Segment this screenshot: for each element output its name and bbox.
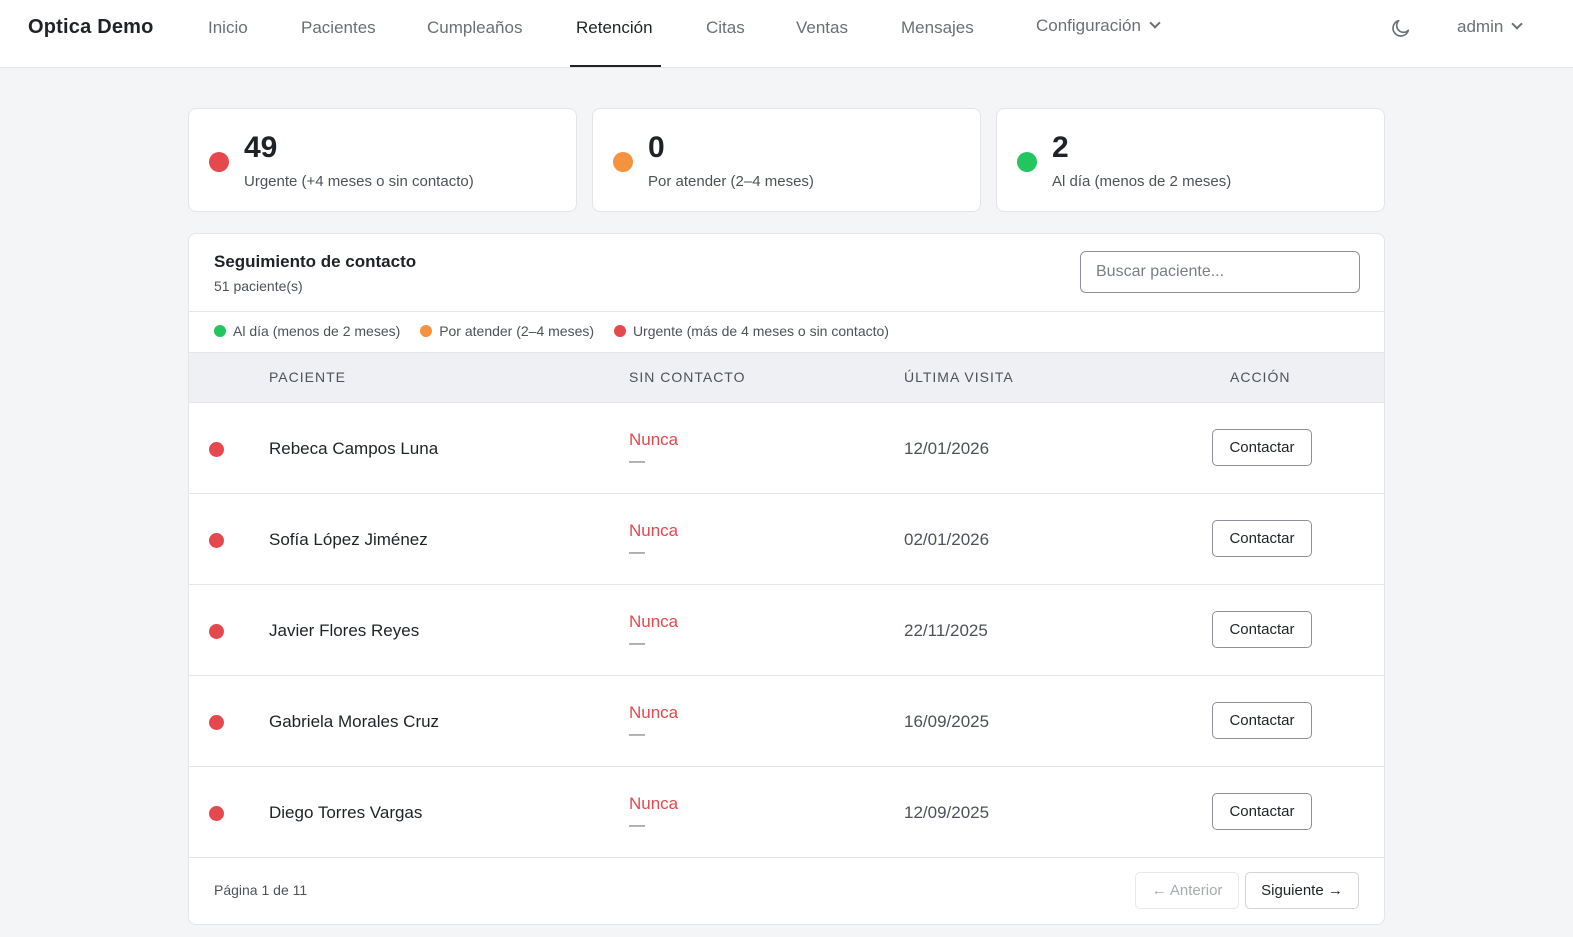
stat-card-pending: 0 Por atender (2–4 meses) xyxy=(592,108,981,212)
no-contact-detail: — xyxy=(629,635,645,652)
previous-page-button[interactable]: ← Anterior xyxy=(1135,872,1239,909)
moon-icon[interactable] xyxy=(1390,17,1412,39)
nav-item-inicio[interactable]: Inicio xyxy=(208,18,248,68)
nav-item-retencion[interactable]: Retención xyxy=(576,18,653,68)
table-header: PACIENTE SIN CONTACTO ÚLTIMA VISITA ACCI… xyxy=(189,352,1384,403)
legend-label: Urgente (más de 4 meses o sin contacto) xyxy=(632,323,889,339)
last-visit-date: 12/09/2025 xyxy=(904,803,990,822)
status-legend: Al día (menos de 2 meses) Por atender (2… xyxy=(214,323,905,339)
table-row: Sofía López Jiménez Nunca — 02/01/2026 C… xyxy=(189,494,1384,585)
column-header-action: ACCIÓN xyxy=(1230,369,1291,385)
table-row: Diego Torres Vargas Nunca — 12/09/2025 C… xyxy=(189,767,1384,858)
status-dot-pending xyxy=(420,325,433,337)
column-header-last-visit[interactable]: ÚLTIMA VISITA xyxy=(904,369,1014,385)
stat-label: Al día (menos de 2 meses) xyxy=(1052,173,1232,190)
last-visit-date: 16/09/2025 xyxy=(904,712,990,731)
legend-item-urgent: Urgente (más de 4 meses o sin contacto) xyxy=(613,323,889,339)
legend-label: Al día (menos de 2 meses) xyxy=(233,323,401,339)
nav-item-cumpleanos[interactable]: Cumpleaños xyxy=(427,18,522,68)
nav-item-ventas[interactable]: Ventas xyxy=(796,18,848,68)
no-contact-status: Nunca xyxy=(629,612,679,631)
contact-button[interactable]: Contactar xyxy=(1212,429,1312,466)
column-header-patient[interactable]: PACIENTE xyxy=(269,369,346,385)
patient-name: Gabriela Morales Cruz xyxy=(269,712,440,731)
user-name: admin xyxy=(1457,17,1504,36)
contact-button[interactable]: Contactar xyxy=(1212,611,1312,648)
legend-item-pending: Por atender (2–4 meses) xyxy=(420,323,594,339)
legend-label: Por atender (2–4 meses) xyxy=(439,323,595,339)
status-dot-up-to-date xyxy=(1017,152,1037,172)
no-contact-detail: — xyxy=(629,726,645,743)
status-dot-up-to-date xyxy=(214,325,226,337)
status-dot-urgent xyxy=(209,715,224,730)
contact-button[interactable]: Contactar xyxy=(1212,520,1312,557)
status-dot-urgent xyxy=(209,442,224,457)
no-contact-detail: — xyxy=(629,817,645,834)
status-dot-urgent xyxy=(209,533,224,548)
panel-title: Seguimiento de contacto xyxy=(214,252,417,271)
no-contact-status: Nunca xyxy=(629,794,679,813)
contact-button[interactable]: Contactar xyxy=(1212,702,1312,739)
stat-value: 2 xyxy=(1052,131,1069,164)
stat-value: 0 xyxy=(648,131,665,164)
legend-item-up-to-date: Al día (menos de 2 meses) xyxy=(214,323,400,339)
column-header-no-contact[interactable]: SIN CONTACTO xyxy=(629,369,746,385)
table-row: Gabriela Morales Cruz Nunca — 16/09/2025… xyxy=(189,676,1384,767)
table-row: Rebeca Campos Luna Nunca — 12/01/2026 Co… xyxy=(189,403,1384,494)
patient-name: Sofía López Jiménez xyxy=(269,530,428,549)
last-visit-date: 02/01/2026 xyxy=(904,530,990,549)
patient-name: Javier Flores Reyes xyxy=(269,621,420,640)
no-contact-status: Nunca xyxy=(629,703,679,722)
nav-item-mensajes[interactable]: Mensajes xyxy=(901,18,974,68)
stat-value: 49 xyxy=(244,131,278,164)
stat-label: Por atender (2–4 meses) xyxy=(648,173,814,190)
status-dot-urgent xyxy=(209,806,224,821)
nav-item-configuracion[interactable]: Configuración xyxy=(1036,16,1161,66)
nav-item-citas[interactable]: Citas xyxy=(706,18,745,68)
brand-logo[interactable]: Optica Demo xyxy=(28,16,154,39)
status-dot-urgent xyxy=(613,325,626,337)
nav-item-pacientes[interactable]: Pacientes xyxy=(301,18,376,68)
status-dot-pending xyxy=(613,152,633,172)
stat-card-urgent: 49 Urgente (+4 meses o sin contacto) xyxy=(188,108,577,212)
chevron-down-icon xyxy=(1149,17,1161,29)
divider xyxy=(189,311,1384,312)
table-row: Javier Flores Reyes Nunca — 22/11/2025 C… xyxy=(189,585,1384,676)
last-visit-date: 22/11/2025 xyxy=(904,621,988,640)
last-visit-date: 12/01/2026 xyxy=(904,439,990,458)
chevron-down-icon xyxy=(1511,18,1523,30)
status-dot-urgent xyxy=(209,624,224,639)
no-contact-detail: — xyxy=(629,453,645,470)
patient-name: Diego Torres Vargas xyxy=(269,803,423,822)
search-input[interactable] xyxy=(1080,251,1360,293)
patient-count: 51 paciente(s) xyxy=(214,278,303,294)
no-contact-status: Nunca xyxy=(629,430,679,449)
contact-tracking-panel: Seguimiento de contacto 51 paciente(s) A… xyxy=(188,233,1385,925)
stat-card-up-to-date: 2 Al día (menos de 2 meses) xyxy=(996,108,1385,212)
no-contact-status: Nunca xyxy=(629,521,679,540)
no-contact-detail: — xyxy=(629,544,645,561)
user-menu[interactable]: admin xyxy=(1457,17,1523,37)
top-navbar: Optica Demo Inicio Pacientes Cumpleaños … xyxy=(0,0,1573,68)
next-page-button[interactable]: Siguiente → xyxy=(1245,872,1359,909)
patient-name: Rebeca Campos Luna xyxy=(269,439,439,458)
contact-button[interactable]: Contactar xyxy=(1212,793,1312,830)
pagination-info: Página 1 de 11 xyxy=(214,882,308,898)
status-dot-urgent xyxy=(209,152,229,172)
nav-item-configuracion-label: Configuración xyxy=(1036,16,1141,35)
active-tab-indicator xyxy=(570,65,661,67)
stat-label: Urgente (+4 meses o sin contacto) xyxy=(244,173,474,190)
